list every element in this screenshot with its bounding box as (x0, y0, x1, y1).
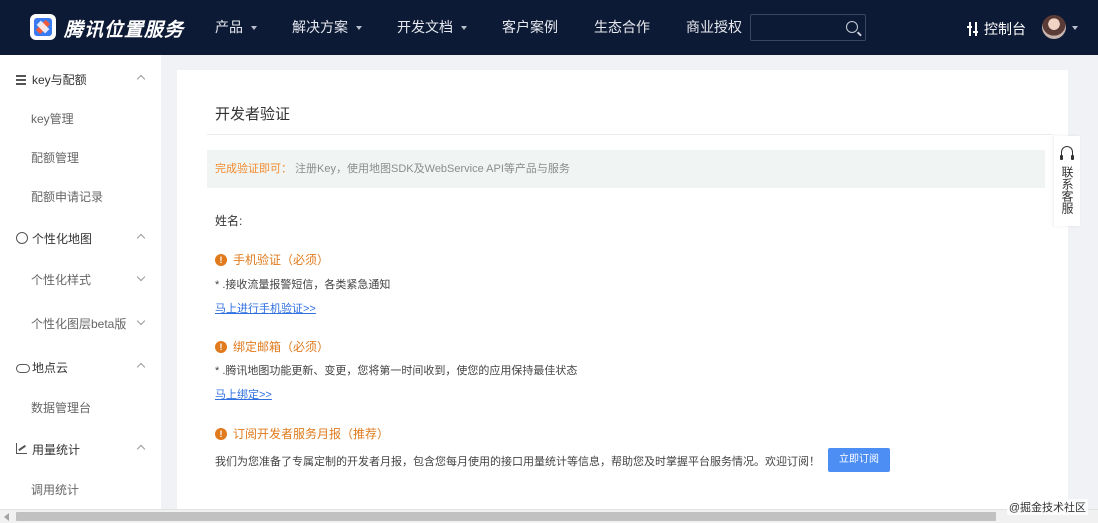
section-monthly-report-desc: 我们为您准备了专属定制的开发者月报，包含您每月使用的接口用量统计等信息，帮助您及… (215, 456, 820, 468)
notice-text: 注册Key，使用地图SDK及WebService API等产品与服务 (295, 163, 570, 175)
section-email-title: ! 绑定邮箱（必须） (215, 338, 329, 355)
avatar[interactable] (1042, 15, 1066, 39)
warning-icon: ! (215, 253, 227, 266)
sidebar-group-label: key与配额 (32, 72, 87, 87)
sidebar-item-label: 调用统计 (31, 482, 80, 497)
sidebar-group-usage[interactable]: 用量统计 (0, 429, 161, 469)
section-title-text: 绑定邮箱（必须） (233, 340, 330, 354)
chevron-down-icon (136, 272, 146, 282)
caret-down-icon (251, 25, 257, 30)
nav-item-docs[interactable]: 开发文档 (397, 0, 467, 55)
palette-icon (16, 232, 28, 244)
sidebar-group-label: 地点云 (32, 360, 69, 375)
sidebar: key与配额 key管理 配额管理 配额申请记录 个性化地图 个性化样式 个性化… (0, 55, 161, 523)
verification-card: 开发者验证 完成验证即可： 注册Key，使用地图SDK及WebService A… (177, 70, 1068, 510)
headset-icon (1060, 146, 1074, 160)
contact-label: 联系客服 (1060, 166, 1074, 214)
warning-icon: ! (215, 340, 227, 353)
chart-icon (16, 443, 28, 455)
chevron-up-icon (136, 74, 146, 84)
scroll-left-icon[interactable] (4, 513, 9, 521)
sidebar-group-custom-map[interactable]: 个性化地图 (0, 218, 161, 258)
sidebar-group-label: 个性化地图 (32, 231, 93, 246)
brand-name[interactable]: 腾讯位置服务 (64, 15, 184, 42)
list-icon (16, 73, 28, 85)
caret-down-icon (461, 25, 467, 30)
sidebar-item-label: key管理 (31, 111, 74, 126)
sidebar-item-label: 数据管理台 (31, 400, 92, 415)
search-input[interactable] (750, 14, 866, 41)
phone-verify-link[interactable]: 马上进行手机验证>> (215, 300, 316, 316)
sidebar-item-key-manage[interactable]: key管理 (0, 98, 161, 138)
scrollbar-thumb[interactable] (16, 512, 996, 521)
sidebar-item-quota-requests[interactable]: 配额申请记录 (0, 176, 161, 216)
sidebar-item-label: 个性化样式 (31, 272, 92, 287)
sliders-icon (967, 22, 979, 36)
divider (207, 134, 1053, 135)
contact-support-float[interactable]: 联系客服 (1054, 136, 1080, 226)
nav-label: 生态合作 (594, 19, 650, 35)
console-label: 控制台 (984, 21, 1026, 37)
cloud-icon (16, 361, 30, 373)
sidebar-item-quota-manage[interactable]: 配额管理 (0, 137, 161, 177)
top-navbar: 腾讯位置服务 产品 解决方案 开发文档 客户案例 生态合作 商业授权 控制台 (0, 0, 1098, 55)
nav-label: 客户案例 (502, 19, 558, 35)
sidebar-item-label: 配额申请记录 (31, 189, 104, 204)
page-title: 开发者验证 (215, 106, 291, 123)
chevron-up-icon (136, 444, 146, 454)
sidebar-item-custom-style[interactable]: 个性化样式 (0, 259, 161, 299)
horizontal-scrollbar[interactable] (0, 509, 1098, 523)
section-phone-desc: * .接收流量报警短信，各类紧急通知 (215, 279, 391, 291)
chevron-up-icon (136, 362, 146, 372)
warning-icon: ! (215, 427, 227, 440)
section-title-text: 手机验证（必须） (233, 253, 330, 267)
notice-highlight: 完成验证即可： (215, 163, 292, 175)
sidebar-item-label: 配额管理 (31, 150, 80, 165)
caret-down-icon (356, 25, 362, 30)
nav-item-cases[interactable]: 客户案例 (502, 0, 558, 55)
console-link[interactable]: 控制台 (967, 19, 1026, 39)
tencent-map-logo[interactable] (30, 14, 56, 40)
sidebar-item-call-stats[interactable]: 调用统计 (0, 469, 161, 509)
nav-label: 开发文档 (397, 19, 453, 35)
chevron-up-icon (136, 233, 146, 243)
sidebar-group-label: 用量统计 (32, 442, 81, 457)
caret-down-icon[interactable] (1072, 26, 1078, 30)
nav-label: 解决方案 (292, 19, 348, 35)
sidebar-group-place-cloud[interactable]: 地点云 (0, 347, 161, 387)
chevron-down-icon (136, 316, 146, 326)
nav-label: 产品 (215, 19, 243, 35)
nav-item-licensing[interactable]: 商业授权 (686, 0, 742, 55)
main-nav: 产品 解决方案 开发文档 客户案例 生态合作 商业授权 (215, 0, 742, 55)
sidebar-item-data-console[interactable]: 数据管理台 (0, 387, 161, 427)
watermark: @掘金技术社区 (1006, 499, 1088, 515)
nav-item-ecosystem[interactable]: 生态合作 (594, 0, 650, 55)
section-monthly-report-title: ! 订阅开发者服务月报（推荐） (215, 425, 389, 442)
email-bind-link[interactable]: 马上绑定>> (215, 386, 272, 402)
subscribe-button[interactable]: 立即订阅 (828, 448, 890, 472)
nav-item-solutions[interactable]: 解决方案 (292, 0, 362, 55)
sidebar-group-key-quota[interactable]: key与配额 (0, 59, 161, 99)
sidebar-item-label: 个性化图层beta版 (31, 316, 127, 331)
section-email-desc: * .腾讯地图功能更新、变更，您将第一时间收到，使您的应用保持最佳状态 (215, 365, 578, 377)
section-phone-title: ! 手机验证（必须） (215, 251, 329, 268)
search-icon[interactable] (846, 21, 858, 33)
section-title-text: 订阅开发者服务月报（推荐） (233, 427, 390, 441)
nav-label: 商业授权 (686, 19, 742, 35)
nav-item-products[interactable]: 产品 (215, 0, 257, 55)
name-label: 姓名: (215, 214, 243, 228)
sidebar-item-custom-layer[interactable]: 个性化图层beta版 (0, 303, 161, 343)
notice-banner: 完成验证即可： 注册Key，使用地图SDK及WebService API等产品与… (207, 150, 1045, 188)
